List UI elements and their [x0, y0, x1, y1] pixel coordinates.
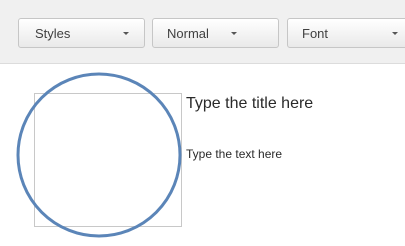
- styles-dropdown[interactable]: Styles: [18, 18, 145, 48]
- format-dropdown[interactable]: Normal: [152, 18, 279, 48]
- format-dropdown-label: Normal: [167, 26, 209, 41]
- styles-dropdown-label: Styles: [35, 26, 71, 41]
- editor-toolbar: Styles Normal Font: [0, 0, 405, 64]
- font-dropdown-label: Font: [302, 26, 329, 41]
- image-placeholder[interactable]: [34, 93, 182, 227]
- font-dropdown[interactable]: Font: [287, 18, 405, 48]
- title-placeholder[interactable]: Type the title here: [186, 94, 313, 114]
- text-placeholder[interactable]: Type the text here: [186, 146, 282, 162]
- chevron-down-icon: [123, 32, 129, 35]
- chevron-down-icon: [392, 32, 398, 35]
- chevron-down-icon: [231, 32, 237, 35]
